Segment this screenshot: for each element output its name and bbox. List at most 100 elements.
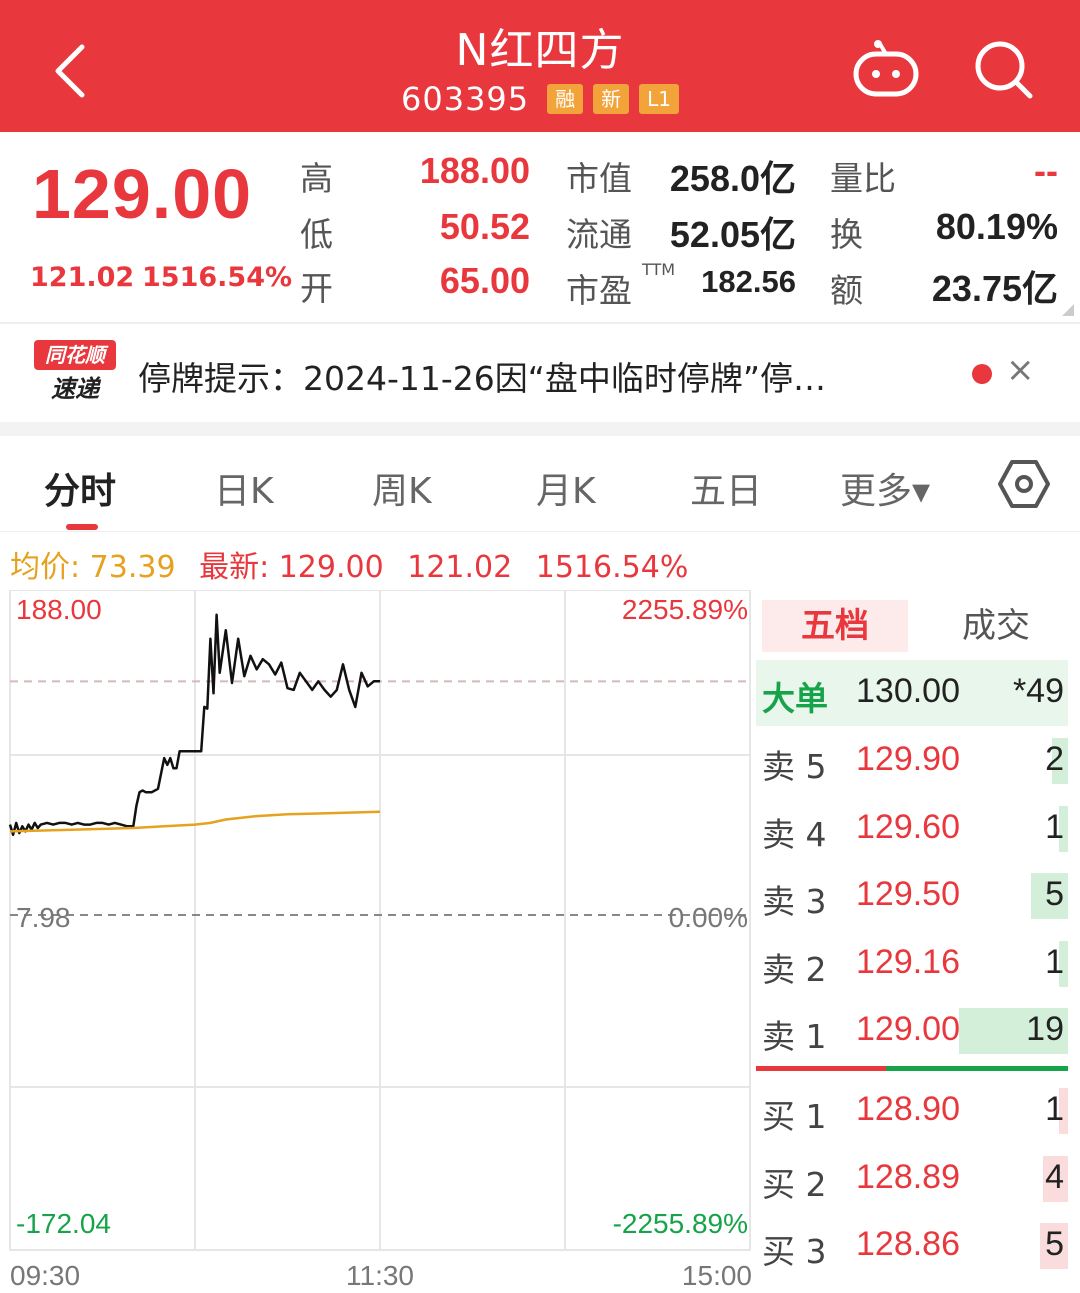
- active-tab-indicator: [66, 524, 98, 530]
- tab-more[interactable]: 更多▾: [840, 462, 930, 514]
- buy-label: 买 1: [762, 1097, 827, 1136]
- sell-price: 129.60: [856, 807, 960, 846]
- y-bottom-label: -172.04: [16, 1208, 111, 1239]
- sell-price: 129.50: [856, 875, 960, 913]
- sell-label: 卖 1: [762, 1017, 827, 1056]
- volume-ratio-value: --: [1034, 150, 1058, 191]
- sell-label: 卖 3: [762, 882, 827, 921]
- buy-price: 128.90: [856, 1090, 960, 1128]
- turnover-label: 换: [830, 215, 863, 254]
- logo-top-text: 同花顺: [34, 340, 116, 370]
- buy-price: 128.86: [856, 1225, 960, 1263]
- buy-volume: 1: [1045, 1090, 1064, 1128]
- volume-ratio-label: 量比: [830, 159, 896, 198]
- buy-price: 128.89: [856, 1157, 960, 1196]
- big-order-row[interactable]: 大单 130.00 *49: [756, 660, 1068, 726]
- bid-ask-split-bar: [756, 1066, 1068, 1071]
- price-change: 121.02: [30, 262, 135, 293]
- assistant-button[interactable]: [850, 40, 922, 100]
- sell-level-row-2[interactable]: 卖 4 129.60 1: [756, 796, 1068, 862]
- tab-five-levels[interactable]: 五档: [762, 600, 908, 652]
- chart-grid: [9, 590, 751, 1251]
- ths-express-logo: 同花顺 速递: [34, 340, 116, 408]
- float-value: 52.05亿: [669, 214, 796, 255]
- open-value: 65.00: [439, 260, 530, 301]
- tab-intraday[interactable]: 分时: [44, 462, 116, 514]
- margin-tag: 融: [547, 84, 584, 114]
- amount-label: 额: [830, 271, 863, 310]
- turnover-value: 80.19%: [935, 206, 1058, 247]
- tab-trades[interactable]: 成交: [936, 600, 1056, 652]
- chart-tabs: 分时 日K 周K 月K 五日 更多▾: [0, 436, 1080, 532]
- sell-level-row-1[interactable]: 卖 5 129.90 2: [756, 728, 1068, 794]
- logo-bottom-text: 速递: [51, 375, 99, 403]
- intraday-chart-svg: [8, 590, 751, 1251]
- buy-label: 买 3: [762, 1232, 827, 1271]
- latest-change-pct: 1516.54%: [535, 550, 689, 585]
- new-tag: 新: [593, 84, 630, 114]
- sell-volume: 5: [1045, 875, 1064, 913]
- sell-level-row-4[interactable]: 卖 2 129.16 1: [756, 931, 1068, 997]
- pe-label: 市盈: [566, 271, 632, 310]
- sell-price: 129.16: [856, 942, 960, 981]
- search-button[interactable]: [972, 38, 1036, 102]
- big-order-price: 130.00: [856, 672, 960, 710]
- buy-level-row-1[interactable]: 买 1 128.90 1: [756, 1078, 1068, 1144]
- tab-monthly-k[interactable]: 月K: [536, 462, 596, 514]
- current-price: 129.00: [32, 155, 253, 233]
- sell-label: 卖 4: [762, 814, 827, 854]
- sell-price: 129.90: [856, 740, 960, 778]
- intraday-chart[interactable]: 188.00 2255.89% 7.98 0.00% -172.04 -2255…: [0, 590, 756, 1293]
- y-top-label: 188.00: [16, 594, 102, 625]
- unread-dot-icon: [972, 364, 992, 384]
- sell-level-row-3[interactable]: 卖 3 129.50 5: [756, 863, 1068, 929]
- latest-price: 最新: 129.00: [199, 550, 384, 585]
- pe-value: 182.56: [701, 264, 796, 299]
- x-mid-label: 11:30: [346, 1260, 414, 1291]
- pct-top-label: 2255.89%: [621, 594, 748, 625]
- suspension-notice[interactable]: 同花顺 速递 停牌提示：2024-11-26因“盘中临时停牌”停… ×: [0, 326, 1080, 422]
- buy-label: 买 2: [762, 1164, 827, 1204]
- high-label: 高: [300, 159, 333, 198]
- open-label: 开: [300, 269, 333, 308]
- latest-change: 121.02: [407, 550, 513, 585]
- close-notice-button[interactable]: ×: [1006, 350, 1035, 390]
- robot-icon: [853, 40, 919, 97]
- price-change-pct: 1516.54%: [142, 262, 293, 293]
- pct-bottom-label: -2255.89%: [612, 1208, 748, 1239]
- avg-price: 均价: 73.39: [10, 550, 176, 585]
- mcap-value: 258.0亿: [669, 158, 796, 199]
- sell-volume: 1: [1045, 807, 1064, 846]
- y-base-label: 7.98: [16, 902, 71, 933]
- big-order-label: 大单: [762, 679, 828, 718]
- tab-daily-k[interactable]: 日K: [214, 462, 274, 514]
- buy-level-row-2[interactable]: 买 2 128.89 4: [756, 1146, 1068, 1212]
- buy-level-row-3[interactable]: 买 3 128.86 5: [756, 1213, 1068, 1279]
- sell-volume: 2: [1045, 740, 1064, 778]
- sell-volume: 19: [1026, 1010, 1064, 1048]
- sell-price: 129.00: [856, 1010, 960, 1048]
- pct-base-label: 0.00%: [668, 902, 748, 933]
- amount-value: 23.75亿: [931, 268, 1058, 309]
- level-tag: L1: [639, 84, 680, 114]
- buy-volume: 4: [1045, 1157, 1064, 1196]
- pe-ttm-sup: TTM: [642, 260, 676, 279]
- quote-panel: 129.00 121.02 1516.54% 高 188.00 低 50.52 …: [0, 132, 1080, 324]
- stock-code: 603395: [400, 80, 530, 118]
- hexagon-settings-icon: [998, 460, 1050, 508]
- tab-weekly-k[interactable]: 周K: [372, 462, 432, 514]
- sell-volume: 1: [1045, 942, 1064, 981]
- order-book: 五档 成交 大单 130.00 *49 卖 5 129.90 2 卖 4 129.60 1…: [756, 590, 1080, 1293]
- search-icon: [975, 41, 1033, 99]
- sell-label: 卖 2: [762, 949, 827, 989]
- mcap-label: 市值: [566, 159, 632, 198]
- buy-volume: 5: [1045, 1225, 1064, 1263]
- sell-level-row-5[interactable]: 卖 1 129.00 19: [756, 998, 1068, 1064]
- chart-info-line: 均价: 73.39 最新: 129.00 121.02 1516.54%: [10, 542, 688, 586]
- notice-text[interactable]: 停牌提示：2024-11-26因“盘中临时停牌”停…: [138, 352, 826, 400]
- tab-five-day[interactable]: 五日: [690, 462, 762, 514]
- expand-corner-icon[interactable]: [1062, 304, 1074, 316]
- big-order-volume: *49: [1012, 672, 1064, 710]
- float-label: 流通: [566, 215, 632, 254]
- chart-settings-button[interactable]: [998, 458, 1050, 510]
